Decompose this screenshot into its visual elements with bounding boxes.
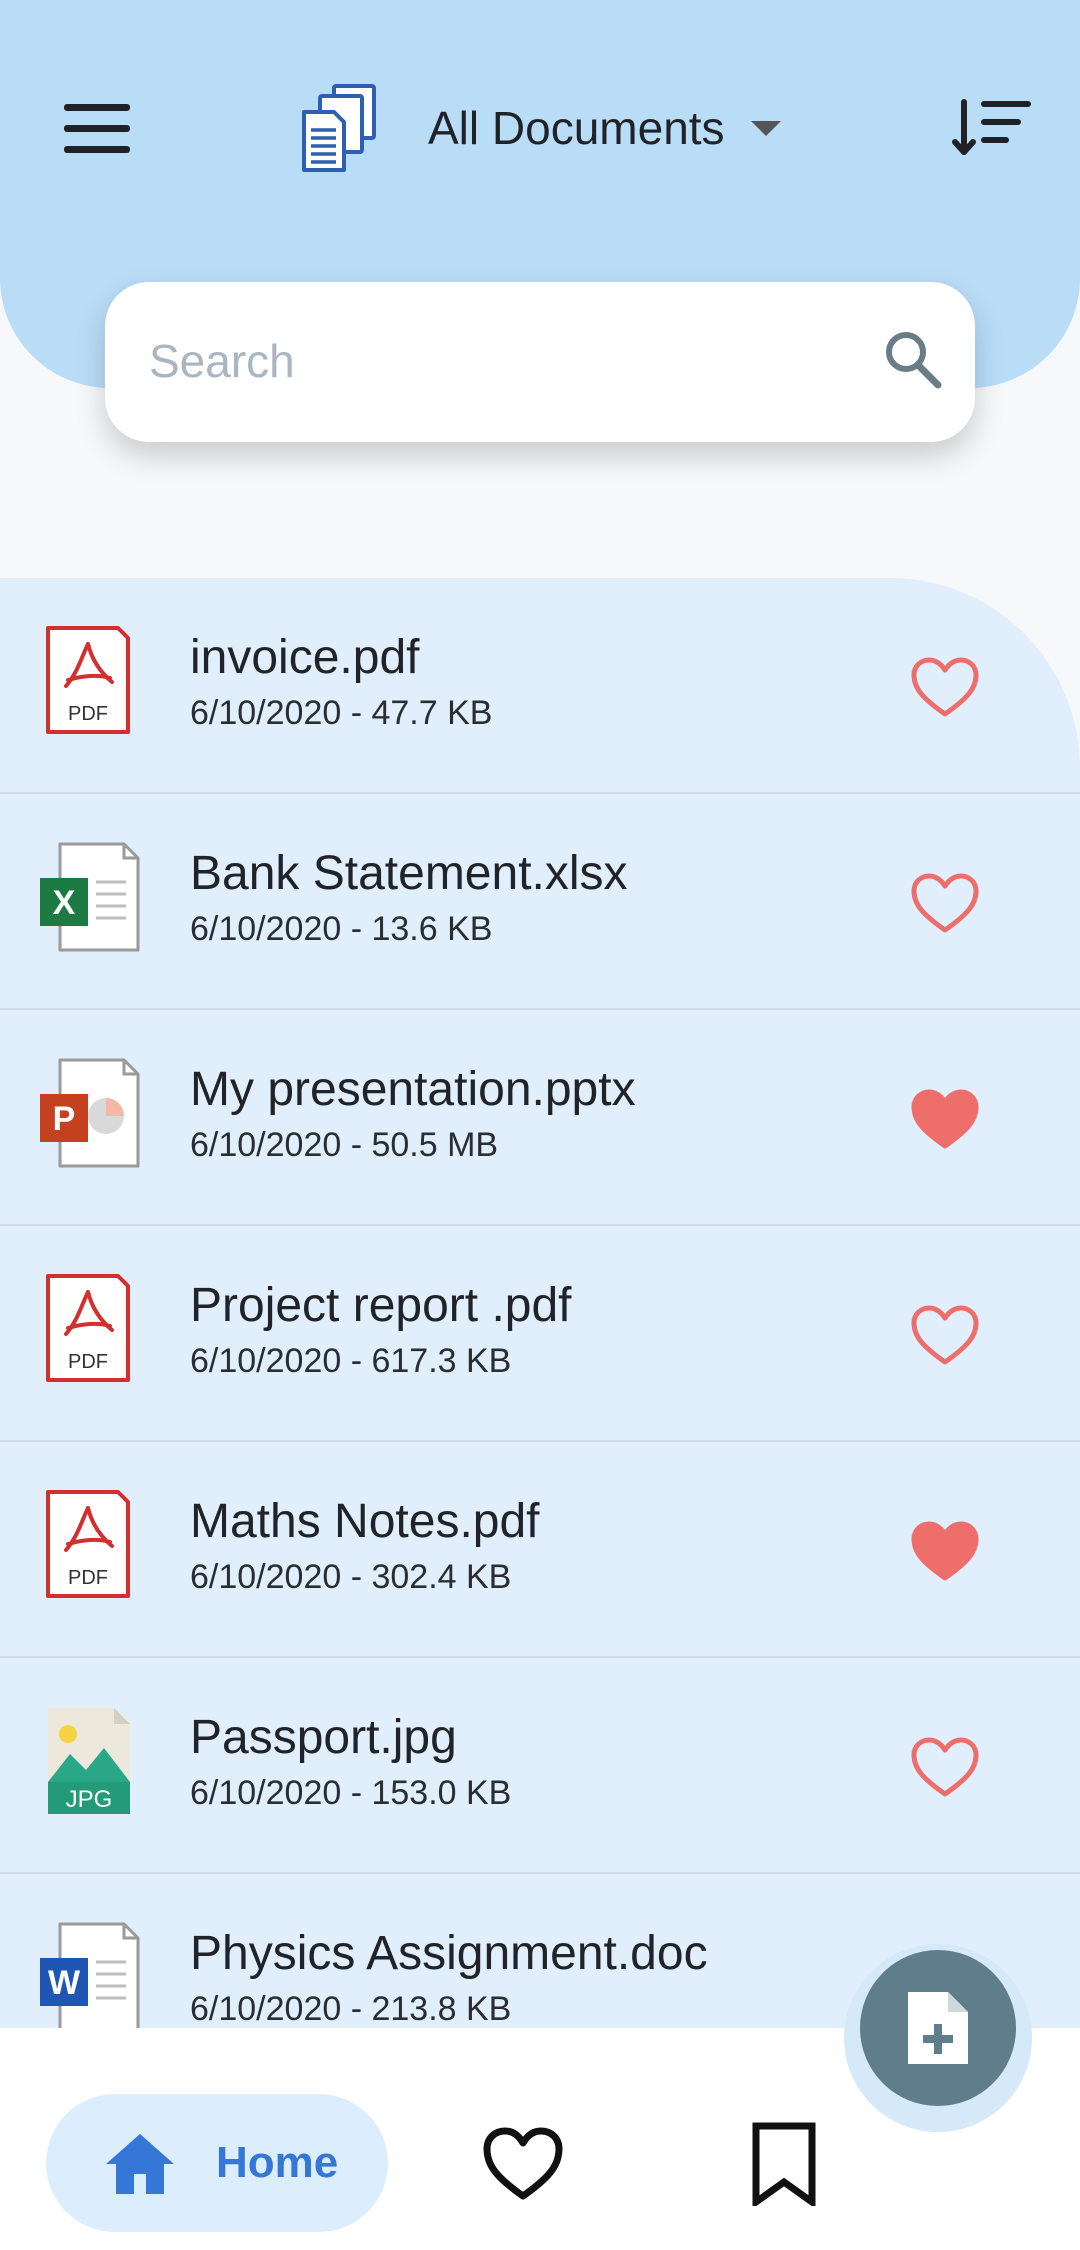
caret-down-icon	[750, 120, 781, 136]
file-meta: 6/10/2020 - 13.6 KB	[190, 910, 493, 948]
heart-filled-icon[interactable]	[910, 1088, 980, 1152]
menu-button[interactable]	[58, 96, 140, 162]
file-row[interactable]: PDF Maths Notes.pdf 6/10/2020 - 302.4 KB	[0, 1442, 1080, 1658]
sort-icon[interactable]	[952, 94, 1032, 160]
svg-text:P: P	[53, 1100, 76, 1138]
page-title: All Documents	[428, 102, 725, 154]
svg-text:JPG: JPG	[66, 1786, 113, 1813]
pdf-file-icon: PDF	[46, 1274, 130, 1382]
add-document-icon	[908, 1992, 968, 2064]
heart-outline-icon[interactable]	[910, 1736, 980, 1800]
excel-file-icon: X	[40, 842, 140, 952]
bookmark-outline-icon[interactable]	[748, 2122, 820, 2206]
nav-home-label: Home	[216, 2138, 339, 2187]
search-icon[interactable]	[882, 328, 944, 390]
file-row[interactable]: PDF invoice.pdf 6/10/2020 - 47.7 KB	[0, 578, 1080, 794]
file-name: Passport.jpg	[190, 1711, 457, 1764]
heart-outline-icon[interactable]	[910, 656, 980, 720]
file-row[interactable]: P My presentation.pptx 6/10/2020 - 50.5 …	[0, 1010, 1080, 1226]
heart-filled-icon[interactable]	[910, 1520, 980, 1584]
home-icon	[106, 2134, 174, 2194]
file-meta: 6/10/2020 - 617.3 KB	[190, 1342, 512, 1380]
file-row[interactable]: X Bank Statement.xlsx 6/10/2020 - 13.6 K…	[0, 794, 1080, 1010]
file-meta: 6/10/2020 - 47.7 KB	[190, 694, 493, 732]
powerpoint-file-icon: P	[40, 1058, 140, 1168]
document-filter-dropdown[interactable]: All Documents	[428, 96, 781, 160]
file-row[interactable]: JPG Passport.jpg 6/10/2020 - 153.0 KB	[0, 1658, 1080, 1874]
pdf-file-icon: PDF	[46, 1490, 130, 1598]
heart-outline-icon[interactable]	[910, 1304, 980, 1368]
svg-text:PDF: PDF	[68, 703, 108, 725]
file-meta: 6/10/2020 - 153.0 KB	[190, 1774, 512, 1812]
file-row[interactable]: PDF Project report .pdf 6/10/2020 - 617.…	[0, 1226, 1080, 1442]
image-file-icon: JPG	[48, 1708, 130, 1814]
file-name: invoice.pdf	[190, 631, 420, 684]
file-meta: 6/10/2020 - 50.5 MB	[190, 1126, 499, 1164]
file-name: Maths Notes.pdf	[190, 1495, 540, 1548]
svg-text:PDF: PDF	[68, 1567, 108, 1589]
search-bar	[105, 282, 975, 442]
heart-outline-icon[interactable]	[910, 872, 980, 936]
heart-outline-icon[interactable]	[482, 2126, 564, 2202]
file-meta: 6/10/2020 - 302.4 KB	[190, 1558, 512, 1596]
file-name: Bank Statement.xlsx	[190, 847, 628, 900]
svg-text:X: X	[53, 884, 76, 922]
nav-home-tab[interactable]: Home	[46, 2094, 388, 2232]
file-meta: 6/10/2020 - 213.8 KB	[190, 1990, 512, 2028]
word-file-icon: W	[40, 1922, 140, 2032]
svg-text:PDF: PDF	[68, 1351, 108, 1373]
add-document-button[interactable]	[860, 1950, 1016, 2106]
svg-text:W: W	[48, 1964, 81, 2002]
file-name: Physics Assignment.doc	[190, 1927, 708, 1980]
file-name: My presentation.pptx	[190, 1063, 636, 1116]
app-screen: All Documents PDF invoice.pdf 6/10/2020 …	[0, 0, 1080, 2250]
file-name: Project report .pdf	[190, 1279, 572, 1332]
search-input[interactable]	[149, 326, 849, 396]
documents-stack-icon	[302, 84, 376, 172]
pdf-file-icon: PDF	[46, 626, 130, 734]
